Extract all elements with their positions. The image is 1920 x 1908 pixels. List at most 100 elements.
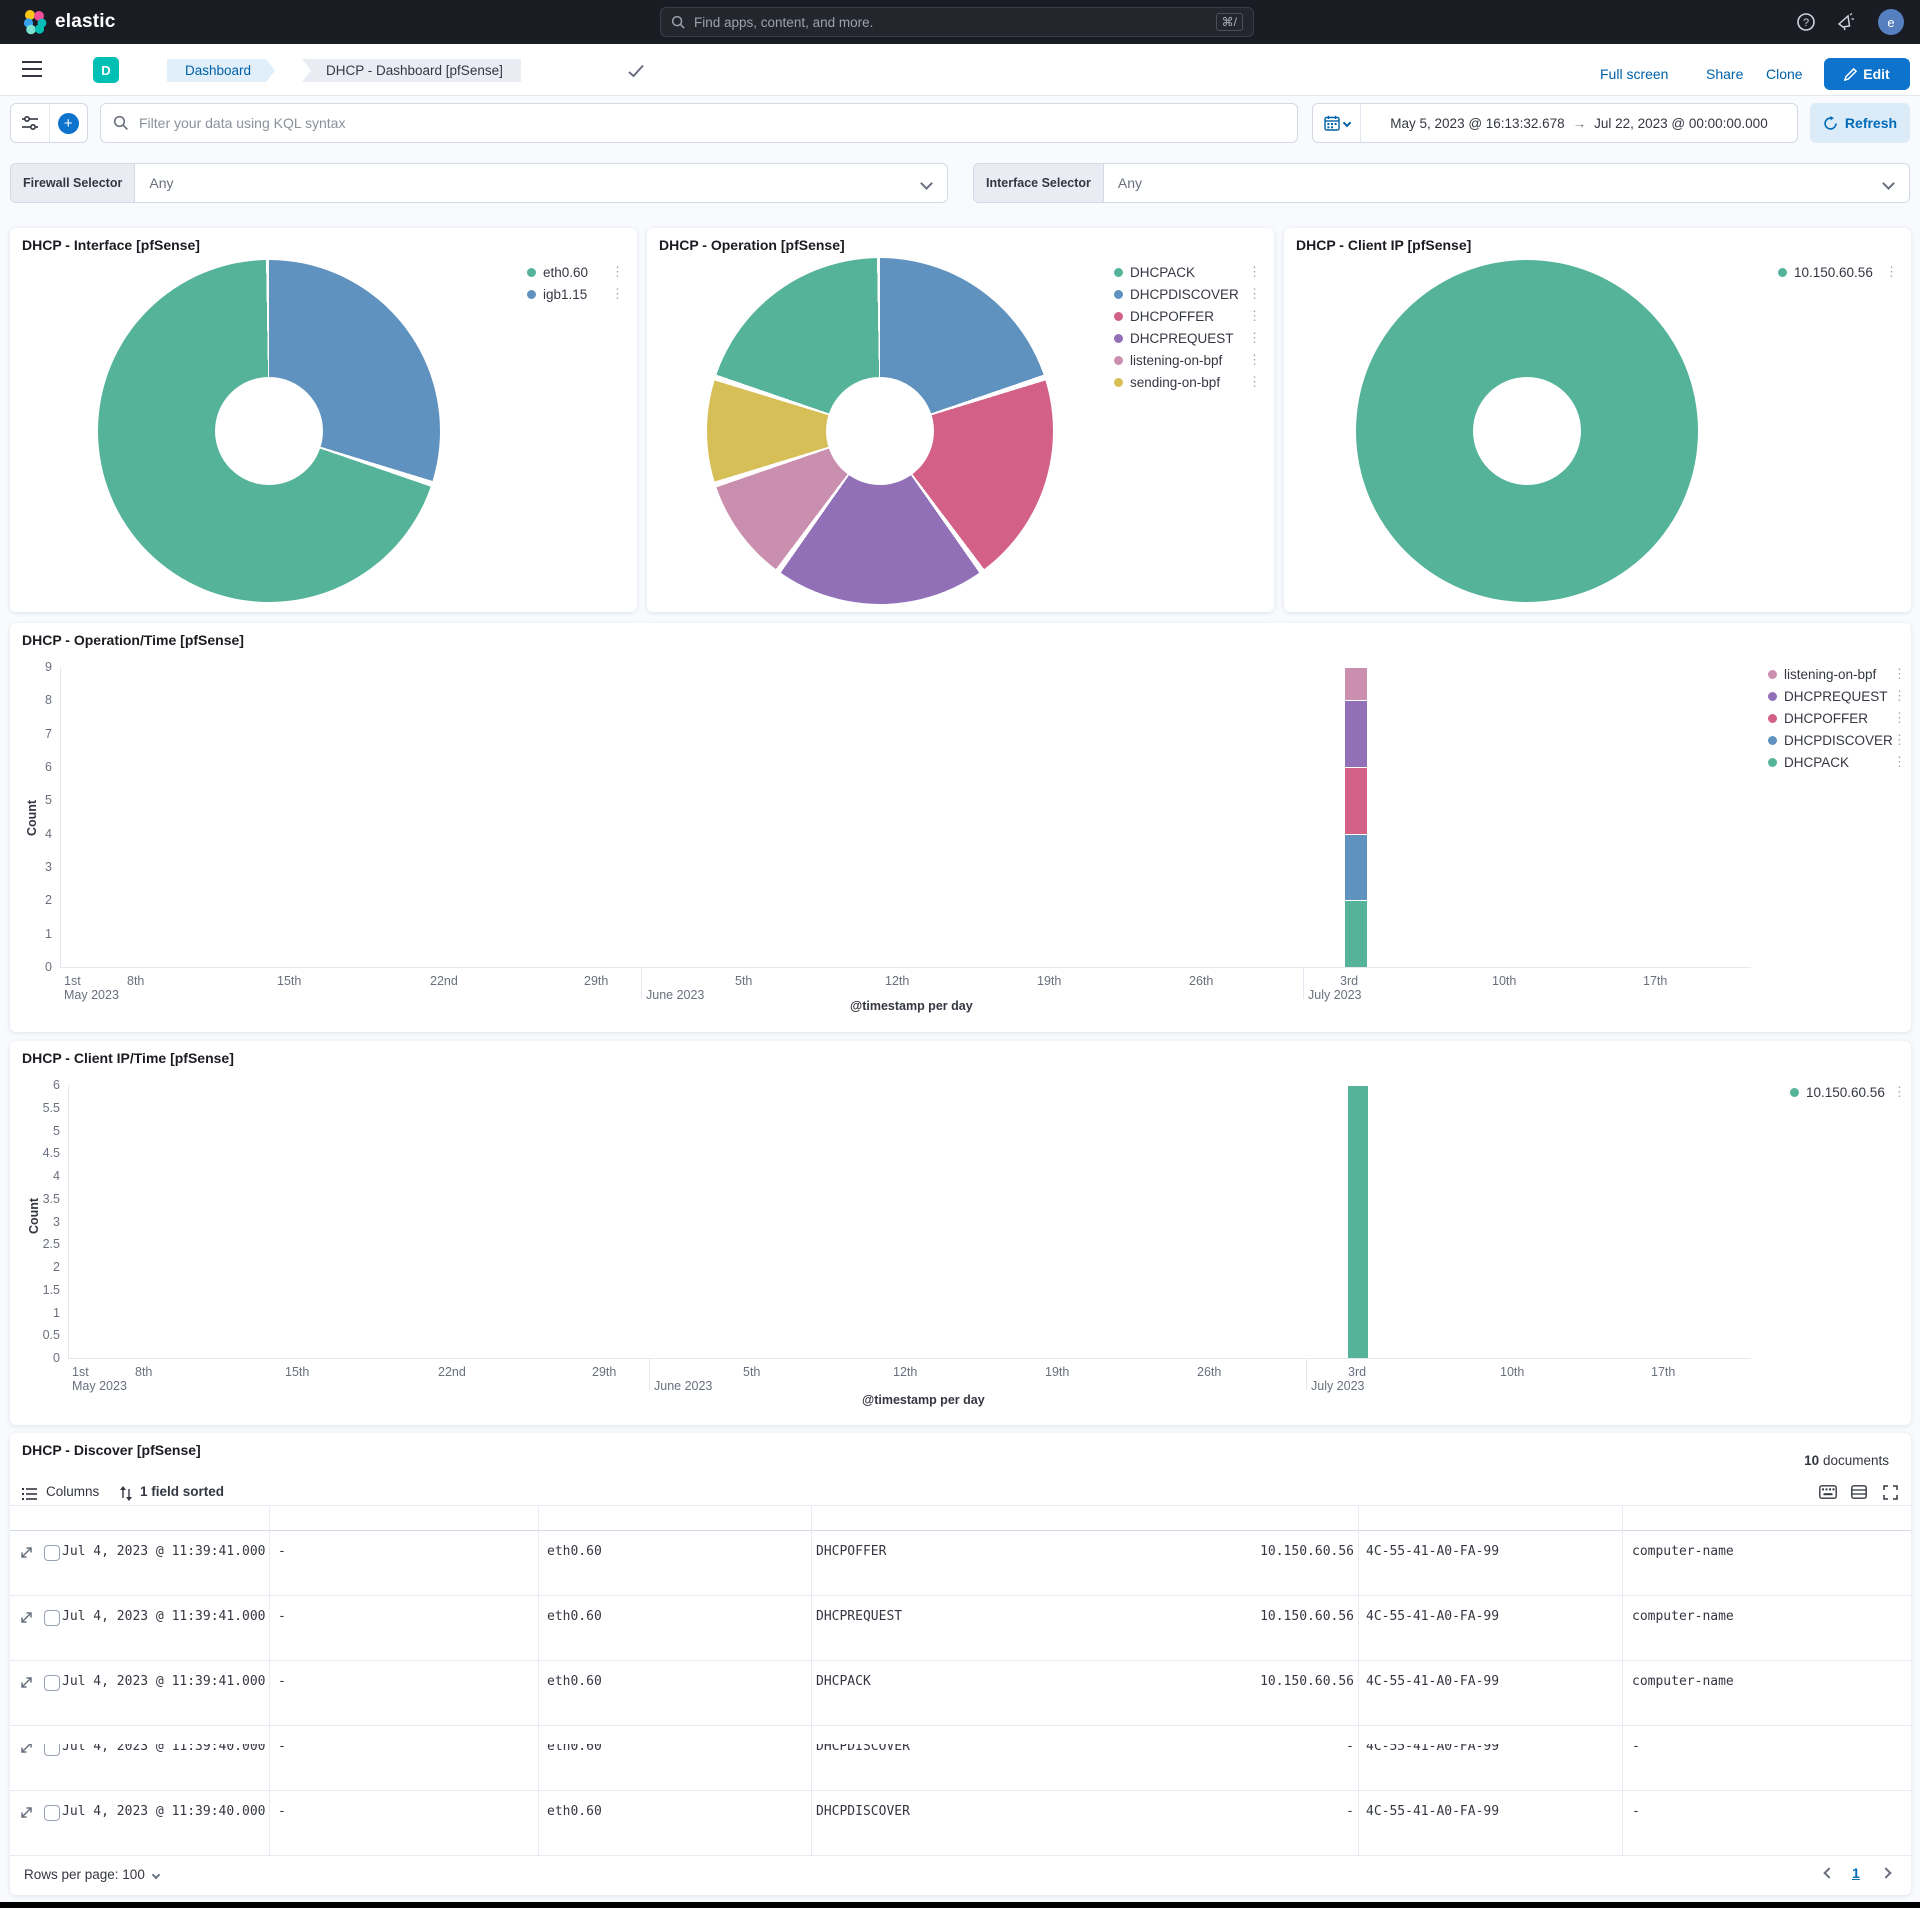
bar-segment-listening-on-bpf[interactable]: [1345, 668, 1367, 700]
legend-item-DHCPREQUEST[interactable]: DHCPREQUEST: [1114, 331, 1234, 346]
legend-item-sending-on-bpf[interactable]: sending-on-bpf: [1114, 375, 1220, 390]
legend-actions-icon[interactable]: ⋮: [1893, 669, 1906, 679]
legend-actions-icon[interactable]: ⋮: [1893, 757, 1906, 767]
global-search-input[interactable]: Find apps, content, and more. ⌘/: [660, 7, 1254, 37]
x-tick-label: 10th: [1492, 974, 1516, 988]
page-1-button[interactable]: 1: [1852, 1865, 1860, 1881]
x-tick-label: 5th: [735, 974, 752, 988]
table-cell: -: [1154, 1804, 1354, 1819]
legend-actions-icon[interactable]: ⋮: [611, 267, 624, 277]
display-options-icon[interactable]: [1851, 1485, 1867, 1499]
clone-link[interactable]: Clone: [1766, 66, 1803, 82]
legend-actions-icon[interactable]: ⋮: [1248, 377, 1261, 387]
legend-item-igb1-15[interactable]: igb1.15: [527, 287, 587, 302]
breadcrumb-dashboard[interactable]: Dashboard: [167, 59, 275, 82]
legend-item-DHCPREQUEST[interactable]: DHCPREQUEST: [1768, 689, 1888, 704]
interface-selector[interactable]: Interface Selector Any: [973, 163, 1910, 203]
next-page-icon[interactable]: [1880, 1867, 1891, 1878]
legend-actions-icon[interactable]: ⋮: [1893, 713, 1906, 723]
fullscreen-icon[interactable]: [1883, 1485, 1898, 1500]
legend-item-client-ip[interactable]: 10.150.60.56: [1790, 1085, 1885, 1100]
sort-icon[interactable]: [120, 1486, 132, 1501]
panel-operation-time: DHCP - Operation/Time [pfSense] Count @t…: [10, 623, 1911, 1032]
legend-item-DHCPDISCOVER[interactable]: DHCPDISCOVER: [1768, 733, 1893, 748]
row-checkbox[interactable]: [44, 1545, 60, 1561]
expand-row-icon[interactable]: [20, 1676, 33, 1689]
dashboard-app-badge[interactable]: D: [93, 57, 119, 83]
row-checkbox[interactable]: [44, 1610, 60, 1626]
columns-icon[interactable]: [22, 1487, 37, 1501]
legend-actions-icon[interactable]: ⋮: [1893, 1087, 1906, 1097]
legend-item-client-ip[interactable]: 10.150.60.56: [1778, 265, 1873, 280]
field-sorted-button[interactable]: 1 field sorted: [140, 1484, 224, 1499]
expand-row-icon[interactable]: [20, 1611, 33, 1624]
legend-item-listening-on-bpf[interactable]: listening-on-bpf: [1768, 667, 1876, 682]
row-checkbox[interactable]: [44, 1740, 60, 1756]
legend-actions-icon[interactable]: ⋮: [1885, 267, 1898, 277]
rows-per-page-button[interactable]: Rows per page: 100: [24, 1867, 159, 1882]
table-cell: -: [278, 1804, 286, 1819]
legend-item-DHCPOFFER[interactable]: DHCPOFFER: [1768, 711, 1868, 726]
y-tick-label: 1: [26, 1306, 60, 1320]
x-axis-line: [60, 967, 1751, 968]
y-tick-label: 0: [18, 960, 52, 974]
legend-actions-icon[interactable]: ⋮: [1248, 311, 1261, 321]
firewall-selector[interactable]: Firewall Selector Any: [10, 163, 948, 203]
legend-actions-icon[interactable]: ⋮: [1893, 735, 1906, 745]
plus-icon: +: [58, 113, 79, 134]
help-icon[interactable]: ?: [1796, 12, 1816, 32]
row-checkbox[interactable]: [44, 1675, 60, 1691]
expand-row-icon[interactable]: [20, 1806, 33, 1819]
refresh-icon: [1823, 116, 1838, 131]
legend-actions-icon[interactable]: ⋮: [1893, 691, 1906, 701]
legend-actions-icon[interactable]: ⋮: [1248, 333, 1261, 343]
legend-actions-icon[interactable]: ⋮: [1248, 267, 1261, 277]
panel-dhcp-client-ip: DHCP - Client IP [pfSense] 10.150.60.56 …: [1284, 228, 1911, 612]
kql-query-input[interactable]: [139, 115, 1285, 131]
legend-item-DHCPOFFER[interactable]: DHCPOFFER: [1114, 309, 1214, 324]
user-avatar[interactable]: e: [1878, 9, 1904, 35]
interface-selector-value: Any: [1104, 175, 1884, 191]
legend-actions-icon[interactable]: ⋮: [1248, 289, 1261, 299]
bar-segment-10.150.60.56[interactable]: [1348, 1086, 1368, 1358]
legend-dot: [1768, 758, 1777, 767]
donut-hole: [1473, 377, 1581, 485]
y-tick-label: 9: [18, 660, 52, 674]
add-filter-menu-button[interactable]: [11, 104, 50, 142]
table-cell: Jul 4, 2023 @ 11:39:41.000: [62, 1544, 266, 1559]
bar-segment-DHCPREQUEST[interactable]: [1345, 701, 1367, 767]
bar-segment-DHCPOFFER[interactable]: [1345, 768, 1367, 834]
x-tick-label: 5th: [743, 1365, 760, 1379]
menu-icon[interactable]: [22, 60, 42, 78]
legend-item-DHCPACK[interactable]: DHCPACK: [1768, 755, 1849, 770]
legend-dot: [527, 268, 536, 277]
share-link[interactable]: Share: [1706, 66, 1743, 82]
elastic-logo[interactable]: elastic: [22, 9, 116, 35]
newsfeed-icon[interactable]: [1836, 12, 1856, 32]
legend-item-DHCPDISCOVER[interactable]: DHCPDISCOVER: [1114, 287, 1239, 302]
legend-item-listening-on-bpf[interactable]: listening-on-bpf: [1114, 353, 1222, 368]
edit-button[interactable]: Edit: [1824, 58, 1910, 90]
expand-row-icon[interactable]: [20, 1741, 33, 1754]
saved-check-icon[interactable]: [628, 64, 644, 78]
bar-segment-DHCPACK[interactable]: [1345, 901, 1367, 967]
expand-row-icon[interactable]: [20, 1546, 33, 1559]
date-range-display[interactable]: May 5, 2023 @ 16:13:32.678 → Jul 22, 202…: [1361, 116, 1797, 131]
legend-actions-icon[interactable]: ⋮: [611, 289, 624, 299]
search-shortcut-badge: ⌘/: [1216, 13, 1243, 31]
table-cell: 4C-55-41-A0-FA-99: [1366, 1544, 1499, 1559]
previous-page-icon[interactable]: [1823, 1867, 1834, 1878]
keyboard-shortcuts-icon[interactable]: [1819, 1485, 1837, 1499]
date-quick-select-button[interactable]: [1313, 104, 1361, 142]
legend-item-DHCPACK[interactable]: DHCPACK: [1114, 265, 1195, 280]
add-filter-button[interactable]: +: [50, 104, 88, 142]
panel-title: DHCP - Operation/Time [pfSense]: [22, 632, 244, 648]
columns-button[interactable]: Columns: [46, 1484, 99, 1499]
legend-item-eth0-60[interactable]: eth0.60: [527, 265, 588, 280]
legend-actions-icon[interactable]: ⋮: [1248, 355, 1261, 365]
row-checkbox[interactable]: [44, 1805, 60, 1821]
refresh-button[interactable]: Refresh: [1810, 103, 1910, 143]
bar-segment-DHCPDISCOVER[interactable]: [1345, 835, 1367, 901]
full-screen-link[interactable]: Full screen: [1600, 66, 1668, 82]
legend-dot: [1790, 1088, 1799, 1097]
